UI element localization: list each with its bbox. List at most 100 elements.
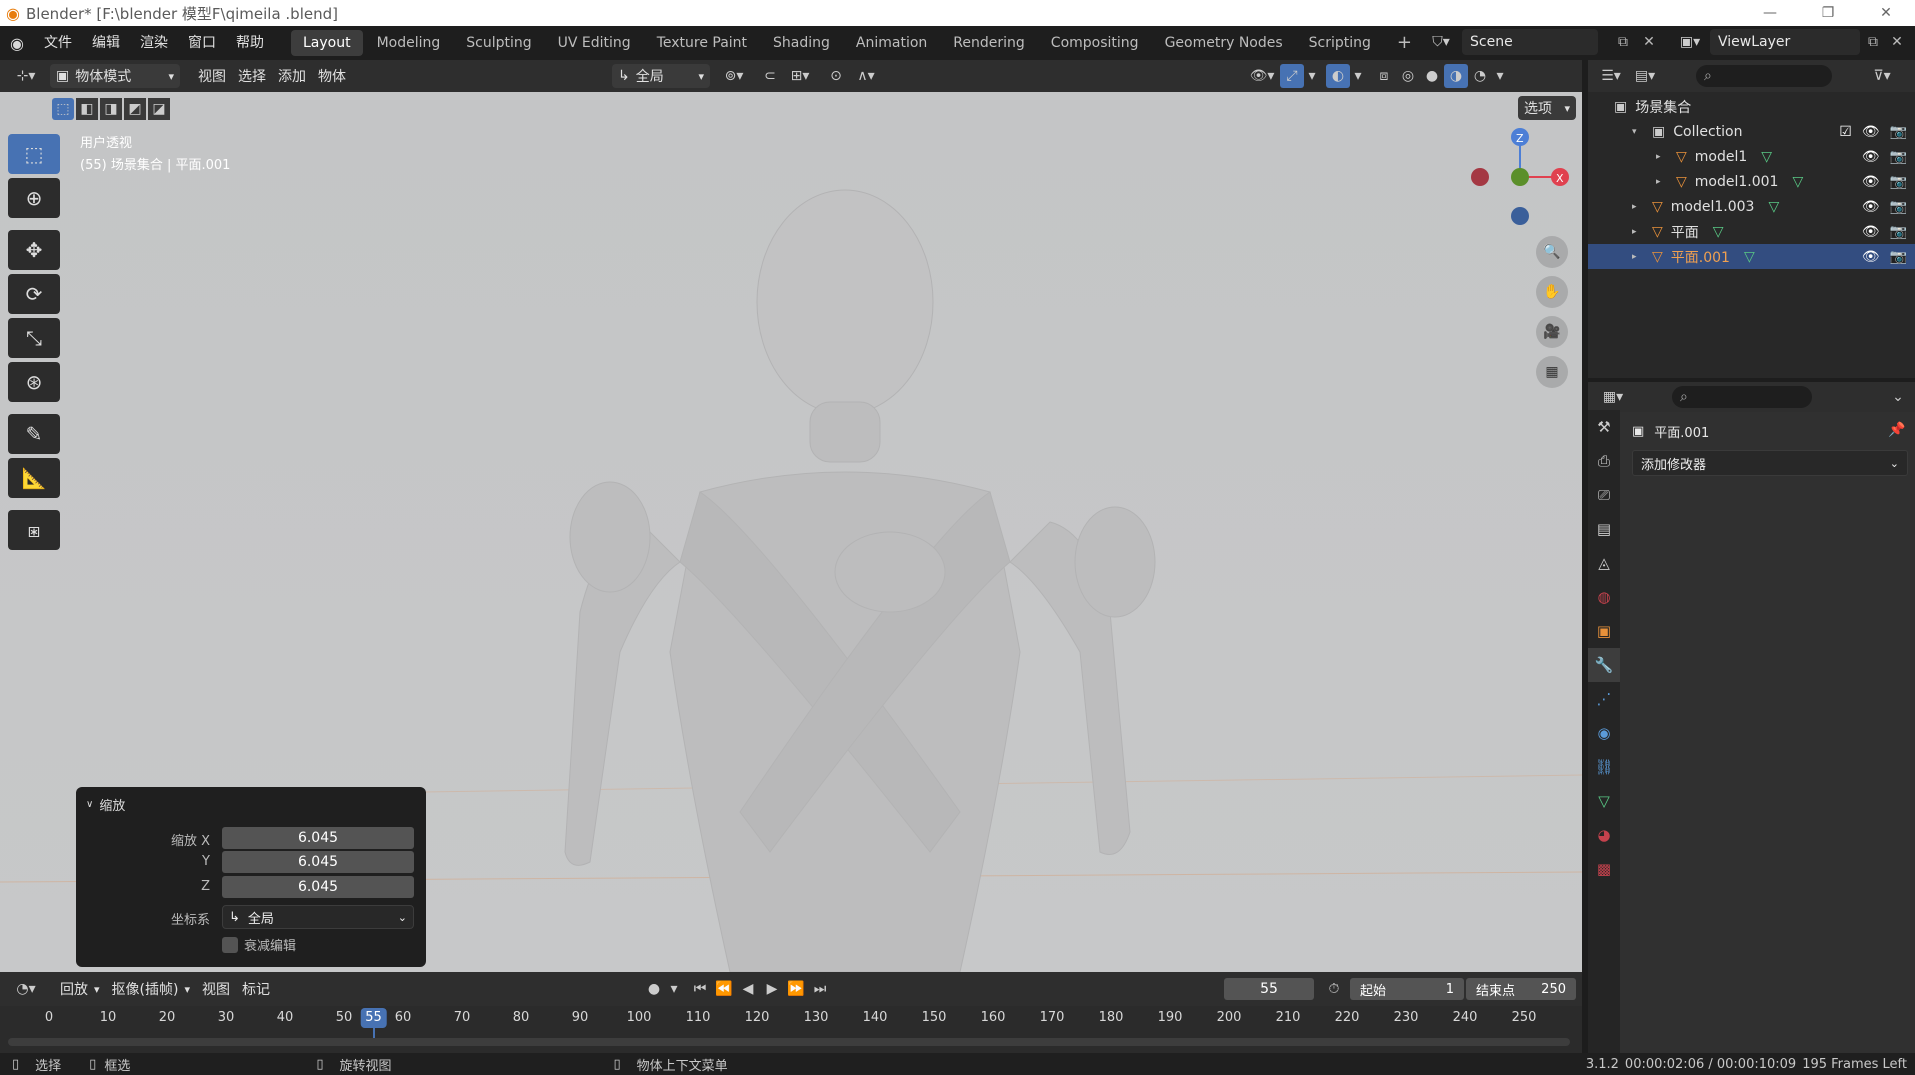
render-tab-icon[interactable]: ⎙ <box>1588 444 1620 478</box>
xray-toggle-icon[interactable]: ⧈ <box>1372 64 1396 88</box>
viewlayer-selector[interactable]: ViewLayer <box>1710 29 1860 55</box>
mesh-data-icon[interactable]: ▽ <box>1713 224 1724 240</box>
mode-dropdown[interactable]: ▣ 物体模式 ▾ <box>50 64 180 88</box>
outliner-item[interactable]: ▸ ▽ model1.001 ▽ 👁 📷 <box>1588 169 1915 194</box>
pan-hand-icon[interactable]: ✋ <box>1536 276 1568 308</box>
properties-options-icon[interactable]: ⌄ <box>1886 385 1910 409</box>
expand-arrow-icon[interactable]: ▸ <box>1632 202 1646 212</box>
tab-modeling[interactable]: Modeling <box>365 30 453 56</box>
close-button[interactable]: ✕ <box>1857 0 1915 26</box>
coord-system-dropdown[interactable]: ↳ 全局 ⌄ <box>222 905 414 929</box>
mesh-data-icon[interactable]: ▽ <box>1744 249 1755 265</box>
visibility-eye-icon[interactable]: 👁 <box>1862 124 1880 140</box>
visibility-eye-icon[interactable]: 👁 <box>1862 199 1880 215</box>
expand-arrow-icon[interactable]: ▾ <box>1632 127 1646 137</box>
next-keyframe-icon[interactable]: ⏩ <box>784 977 808 1001</box>
constraints-tab-icon[interactable]: ⛓ <box>1588 750 1620 784</box>
timeline-view-menu[interactable]: 视图 <box>196 977 236 1001</box>
tab-compositing[interactable]: Compositing <box>1039 30 1151 56</box>
modifier-tab-icon[interactable]: 🔧 <box>1588 648 1620 682</box>
blender-menu-icon[interactable]: ◉ <box>0 26 34 60</box>
wireframe-shading-icon[interactable]: ◎ <box>1396 64 1420 88</box>
timeline-scrollbar[interactable] <box>8 1038 1570 1046</box>
proportional-checkbox[interactable] <box>222 936 238 953</box>
proportional-edit-icon[interactable]: ⊙ <box>824 64 848 88</box>
gizmo-toggle-icon[interactable]: ⤢ <box>1280 64 1304 88</box>
menu-add[interactable]: 添加 <box>272 64 312 88</box>
pin-icon[interactable]: 📌 <box>1888 422 1905 438</box>
mesh-data-icon[interactable]: ▽ <box>1768 199 1779 215</box>
mesh-data-icon[interactable]: ▽ <box>1792 174 1803 190</box>
jump-start-icon[interactable]: ⏮ <box>688 977 712 1001</box>
add-cube-tool-icon[interactable]: ⧆ <box>8 510 60 550</box>
tab-rendering[interactable]: Rendering <box>941 30 1037 56</box>
outliner-search-input[interactable]: ⌕ <box>1696 65 1832 87</box>
visibility-eye-icon[interactable]: 👁 <box>1862 224 1880 240</box>
delete-scene-icon[interactable]: ✕ <box>1638 31 1660 53</box>
mesh-data-icon[interactable]: ▽ <box>1761 149 1772 165</box>
rendered-shading-icon[interactable]: ◔ <box>1468 64 1492 88</box>
scale-x-field[interactable]: 6.045 <box>222 827 414 849</box>
viewlayer-browse-icon[interactable]: ▣▾ <box>1672 29 1708 55</box>
visibility-eye-icon[interactable]: 👁 <box>1862 149 1880 165</box>
rotate-tool-icon[interactable]: ⟳ <box>8 274 60 314</box>
select-intersect-icon[interactable]: ◪ <box>148 98 170 120</box>
overlay-toggle-icon[interactable]: ◐ <box>1326 64 1350 88</box>
keying-dropdown[interactable]: 抠像(插帧) ▾ <box>106 977 196 1001</box>
expand-arrow-icon[interactable]: ▸ <box>1632 227 1646 237</box>
view-layer-tab-icon[interactable]: ▤ <box>1588 512 1620 546</box>
scene-browse-icon[interactable]: ⛉▾ <box>1423 29 1459 55</box>
render-camera-icon[interactable]: 📷 <box>1890 249 1907 265</box>
tab-sculpting[interactable]: Sculpting <box>454 30 543 56</box>
render-camera-icon[interactable]: 📷 <box>1890 124 1907 140</box>
select-invert-icon[interactable]: ◩ <box>124 98 146 120</box>
outliner-item[interactable]: ▸ ▽ model1 ▽ 👁 📷 <box>1588 144 1915 169</box>
scale-y-field[interactable]: 6.045 <box>222 851 414 873</box>
current-frame-field[interactable]: 55 <box>1224 978 1314 1000</box>
proportional-falloff-icon[interactable]: ∧▾ <box>848 64 884 88</box>
visibility-eye-icon[interactable]: 👁 <box>1862 174 1880 190</box>
world-tab-icon[interactable]: ◍ <box>1588 580 1620 614</box>
pivot-point-icon[interactable]: ⊚▾ <box>716 64 752 88</box>
data-tab-icon[interactable]: ▽ <box>1588 784 1620 818</box>
expand-arrow-icon[interactable]: ▸ <box>1632 252 1646 262</box>
scale-z-field[interactable]: 6.045 <box>222 876 414 898</box>
tab-geometry-nodes[interactable]: Geometry Nodes <box>1153 30 1295 56</box>
shading-options-icon[interactable]: ▾ <box>1492 64 1508 88</box>
tab-scripting[interactable]: Scripting <box>1297 30 1383 56</box>
outliner-editor-type-icon[interactable]: ☰▾ <box>1594 64 1628 88</box>
keying-set-icon[interactable]: ▾ <box>666 977 682 1001</box>
options-dropdown[interactable]: 选项 ▾ <box>1518 96 1576 120</box>
menu-select[interactable]: 选择 <box>232 64 272 88</box>
scale-tool-icon[interactable]: ⤡ <box>8 318 60 358</box>
visibility-eye-icon[interactable]: 👁 <box>1862 249 1880 265</box>
overlay-options-icon[interactable]: ▾ <box>1350 64 1366 88</box>
tool-tab-icon[interactable]: ⚒ <box>1588 410 1620 444</box>
new-viewlayer-icon[interactable]: ⧉ <box>1862 31 1884 53</box>
properties-editor-type-icon[interactable]: ▦▾ <box>1596 385 1630 409</box>
add-workspace-icon[interactable]: + <box>1385 30 1424 56</box>
render-camera-icon[interactable]: 📷 <box>1890 224 1907 240</box>
ortho-grid-icon[interactable]: ▦ <box>1536 356 1568 388</box>
expand-arrow-icon[interactable]: ▸ <box>1656 152 1670 162</box>
material-tab-icon[interactable]: ◕ <box>1588 818 1620 852</box>
select-new-icon[interactable]: ⬚ <box>52 98 74 120</box>
menu-window[interactable]: 窗口 <box>178 26 226 60</box>
display-mode-icon[interactable]: ▤▾ <box>1628 64 1662 88</box>
maximize-button[interactable]: ❐ <box>1799 0 1857 26</box>
preview-range-icon[interactable]: ⏱ <box>1322 977 1346 1001</box>
outliner-item[interactable]: ▸ ▽ 平面 ▽ 👁 📷 <box>1588 219 1915 244</box>
outliner-item[interactable]: ▸ ▽ model1.003 ▽ 👁 📷 <box>1588 194 1915 219</box>
render-camera-icon[interactable]: 📷 <box>1890 199 1907 215</box>
cursor-tool-icon[interactable]: ⊕ <box>8 178 60 218</box>
select-box-tool-icon[interactable]: ⬚ <box>8 134 60 174</box>
particles-tab-icon[interactable]: ⋰ <box>1588 682 1620 716</box>
play-icon[interactable]: ▶ <box>760 977 784 1001</box>
jump-end-icon[interactable]: ⏭ <box>808 977 832 1001</box>
menu-file[interactable]: 文件 <box>34 26 82 60</box>
gizmo-options-icon[interactable]: ▾ <box>1304 64 1320 88</box>
measure-tool-icon[interactable]: 📐 <box>8 458 60 498</box>
frame-end-field[interactable]: 结束点 250 <box>1466 978 1576 1000</box>
move-tool-icon[interactable]: ✥ <box>8 230 60 270</box>
object-tab-icon[interactable]: ▣ <box>1588 614 1620 648</box>
